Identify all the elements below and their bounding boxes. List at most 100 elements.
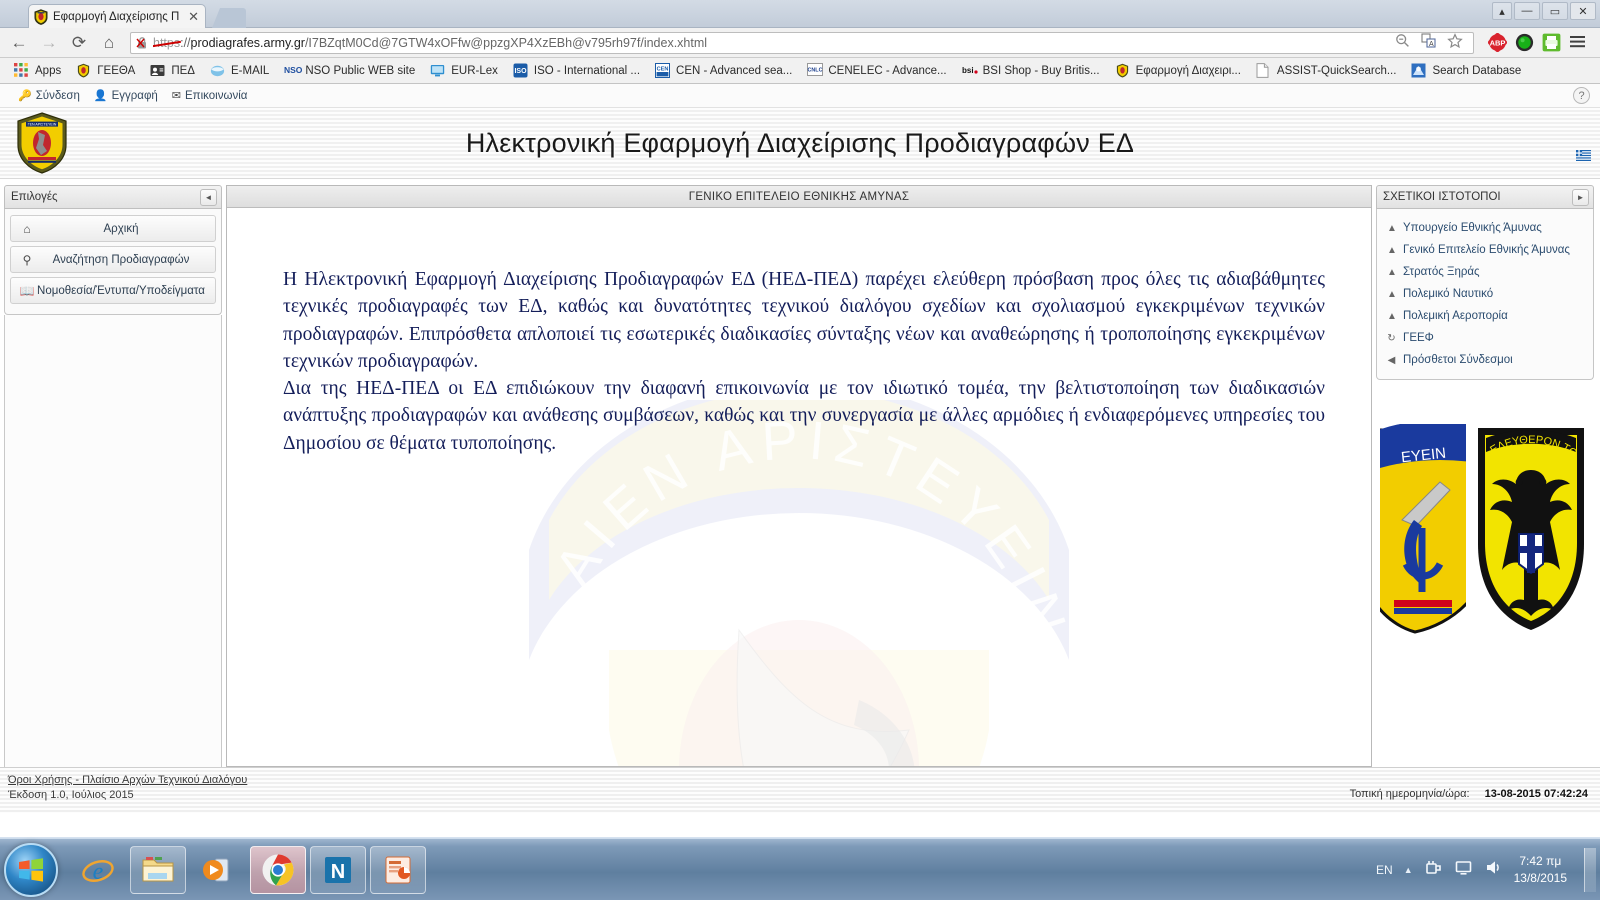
svg-text:e: e: [93, 859, 104, 885]
bookmark-assist[interactable]: ASSIST-QuickSearch...: [1250, 61, 1403, 81]
help-button[interactable]: ?: [1573, 87, 1590, 104]
bookmark-iso[interactable]: ISO ISO - International ...: [507, 61, 646, 81]
adblock-plus-icon[interactable]: ABP: [1487, 32, 1508, 53]
zoom-out-icon[interactable]: [1395, 33, 1414, 52]
iso-icon: ISO: [513, 63, 529, 79]
svg-text:ABP: ABP: [1490, 38, 1506, 47]
login-link[interactable]: 🔑 Σύνδεση: [18, 89, 80, 103]
login-label: Σύνδεση: [35, 89, 80, 102]
bookmark-cen[interactable]: CEN CEN - Advanced sea...: [649, 61, 798, 81]
terms-of-use-link[interactable]: Όροι Χρήσης - Πλαίσιο Αρχών Τεχνικού Δια…: [8, 774, 1600, 786]
bookmark-email[interactable]: E-MAIL: [204, 61, 275, 81]
related-site-ypetha[interactable]: ▲ Υπουργείο Εθνικής Άμυνας: [1387, 217, 1587, 239]
left-sidebar: Επιλογές ◄ ⌂ Αρχική ⚲ Αναζήτηση Προδιαγρ…: [0, 179, 224, 795]
start-button[interactable]: [4, 842, 58, 897]
address-bar[interactable]: https://prodiagrafes.army.gr/I7BZqtM0Cd@…: [130, 31, 1474, 54]
bookmark-eurlex[interactable]: EUR-Lex: [424, 61, 504, 81]
taskbar-media-player[interactable]: [190, 846, 246, 894]
tray-expand-icon[interactable]: ▲: [1404, 865, 1413, 875]
broken-lock-icon[interactable]: [136, 36, 149, 50]
reload-icon[interactable]: ⟳: [66, 31, 92, 55]
right-panel-expand-button[interactable]: ►: [1572, 189, 1589, 206]
monitor-icon: [430, 63, 446, 79]
svg-text:ΓΕΝ ΑΡΙΣΤΕΥΕΙΝ: ΓΕΝ ΑΡΙΣΤΕΥΕΙΝ: [28, 123, 57, 127]
bsi-icon: bsi: [962, 63, 978, 79]
maximize-icon[interactable]: ▭: [1542, 2, 1568, 20]
minimize-icon[interactable]: —: [1514, 2, 1540, 20]
network-plug-icon[interactable]: [1424, 858, 1443, 882]
home-icon[interactable]: ⌂: [96, 31, 122, 55]
related-site-label: Πολεμικό Ναυτικό: [1403, 288, 1494, 300]
bookmark-apps[interactable]: Apps: [8, 61, 67, 81]
bookmark-cenelec[interactable]: CNLC CENELEC - Advance...: [801, 61, 952, 81]
taskbar-windows-explorer[interactable]: [130, 845, 186, 894]
register-label: Εγγραφή: [111, 89, 158, 102]
sidebar-empty-area: [4, 315, 222, 795]
related-site-additional[interactable]: ◀ Πρόσθετοι Σύνδεσμοι: [1387, 349, 1587, 371]
bookmark-efarmogi[interactable]: Εφαρμογή Διαχειρι...: [1109, 61, 1247, 81]
greek-flag-icon[interactable]: [1576, 148, 1591, 161]
local-datetime-label: Τοπική ημερομηνία/ώρα:: [1349, 788, 1470, 800]
cenelec-icon: CNLC: [807, 62, 824, 79]
related-site-navy[interactable]: ▲ Πολεμικό Ναυτικό: [1387, 283, 1587, 305]
show-desktop-button[interactable]: [1584, 847, 1596, 892]
back-icon[interactable]: ←: [6, 31, 32, 55]
display-icon[interactable]: [1454, 858, 1473, 882]
browser-tab[interactable]: Εφαρμογή Διαχείρισης Π ✕: [28, 4, 206, 28]
caret-up-icon: ▲: [1387, 266, 1397, 278]
intro-paragraph-1: Η Ηλεκτρονική Εφαρμογή Διαχείρισης Προδι…: [283, 269, 1325, 372]
bookmark-bsi[interactable]: bsi BSI Shop - Buy Britis...: [956, 61, 1106, 81]
restore-up-icon[interactable]: ▴: [1492, 2, 1512, 20]
taskbar-powerpoint[interactable]: [370, 845, 426, 894]
sidebar-item-home[interactable]: ⌂ Αρχική: [10, 215, 216, 242]
contact-link[interactable]: ✉ Επικοινωνία: [171, 89, 248, 103]
taskbar-internet-explorer[interactable]: e: [70, 846, 126, 894]
bookmark-nso[interactable]: NSO NSO Public WEB site: [278, 61, 421, 81]
site-masthead: ΓΕΝ ΑΡΙΣΤΕΥΕΙΝ Ηλεκτρονική Εφαρμογή Διαχ…: [0, 108, 1600, 179]
local-datetime-value: 13-08-2015 07:42:24: [1484, 788, 1588, 800]
bookmark-label: Εφαρμογή Διαχειρι...: [1135, 64, 1241, 77]
emblem-eleftheron-to-efpsychon: ΕΛΕΥΘΕΡΟΝ ΤΟ ΕΥΨ: [1467, 413, 1590, 639]
taskbar-google-chrome[interactable]: [250, 845, 306, 894]
new-tab-button[interactable]: [212, 8, 246, 28]
bookmark-ped[interactable]: ΠΕΔ: [144, 61, 201, 81]
tab-close-icon[interactable]: ✕: [186, 9, 201, 25]
right-panel-header: ΣΧΕΤΙΚΟΙ ΙΣΤΟΤΟΠΟΙ ►: [1376, 185, 1594, 209]
volume-icon[interactable]: [1484, 858, 1503, 882]
caret-up-icon: ▲: [1387, 222, 1397, 234]
page-footer: Όροι Χρήσης - Πλαίσιο Αρχών Τεχνικού Δια…: [0, 767, 1600, 813]
key-icon: 🔑: [18, 90, 32, 102]
mail-contact-icon: ✉: [171, 90, 182, 102]
taskbar-clock[interactable]: 7:42 πμ 13/8/2015: [1514, 853, 1567, 885]
bookmark-label: ASSIST-QuickSearch...: [1276, 64, 1397, 77]
right-panel-header-label: ΣΧΕΤΙΚΟΙ ΙΣΤΟΤΟΠΟΙ: [1383, 191, 1501, 203]
sidebar-item-legislation[interactable]: 📖 Νομοθεσία/Έντυπα/Υποδείγματα: [10, 277, 216, 304]
register-link[interactable]: 👤 Εγγραφή: [94, 89, 158, 103]
bookmark-label: CENELEC - Advance...: [828, 64, 947, 77]
url-scheme: https: [153, 35, 181, 50]
translate-icon[interactable]: A: [1421, 33, 1440, 52]
account-links-bar: 🔑 Σύνδεση 👤 Εγγραφή ✉ Επικοινωνία ?: [0, 84, 1600, 108]
sidebar-item-search-specs[interactable]: ⚲ Αναζήτηση Προδιαγραφών: [10, 246, 216, 273]
url-host: prodiagrafes.army.gr: [190, 35, 305, 50]
url-separator: ://: [180, 35, 191, 50]
related-site-airforce[interactable]: ▲ Πολεμική Αεροπορία: [1387, 305, 1587, 327]
sidebar-collapse-button[interactable]: ◄: [200, 189, 217, 206]
related-site-army[interactable]: ▲ Στρατός Ξηράς: [1387, 261, 1587, 283]
close-window-icon[interactable]: ✕: [1570, 2, 1596, 20]
bookmark-label: ISO - International ...: [533, 64, 641, 77]
bookmark-geetha[interactable]: ΓΕΕΘΑ: [70, 61, 141, 81]
related-site-geef[interactable]: ↻ ΓΕΕΦ: [1387, 327, 1587, 349]
forward-icon[interactable]: →: [36, 31, 62, 55]
bookmark-star-icon[interactable]: [1447, 33, 1466, 52]
taskbar-onenote[interactable]: N: [310, 845, 366, 894]
green-status-icon[interactable]: [1515, 33, 1534, 52]
caret-left-icon: ◀: [1387, 354, 1396, 366]
bookmark-search-database[interactable]: Search Database: [1405, 61, 1527, 81]
extension-icons: ABP: [1482, 32, 1594, 53]
system-tray: EN ▲ 7:42 πμ 13/8/2015: [1376, 847, 1600, 892]
print-friendly-icon[interactable]: [1542, 33, 1561, 52]
related-site-geetha[interactable]: ▲ Γενικό Επιτελείο Εθνικής Άμυνας: [1387, 239, 1587, 261]
chrome-menu-icon[interactable]: [1569, 33, 1588, 52]
language-indicator[interactable]: EN: [1376, 863, 1393, 877]
